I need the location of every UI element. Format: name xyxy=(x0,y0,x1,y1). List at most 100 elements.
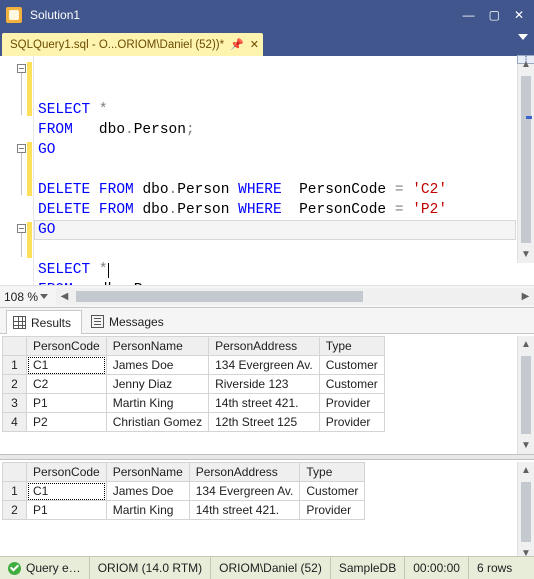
grid-cell[interactable]: C1 xyxy=(27,356,107,375)
tbl-schema: dbo xyxy=(99,282,125,285)
op-eq: = xyxy=(395,182,404,198)
scroll-down-icon[interactable]: ▼ xyxy=(518,437,534,454)
grid-cell[interactable]: Martin King xyxy=(106,394,208,413)
grid-cell[interactable]: 134 Evergreen Av. xyxy=(189,482,300,501)
grid-cell[interactable]: Jenny Diaz xyxy=(106,375,208,394)
scroll-left-icon[interactable]: ◀ xyxy=(56,288,73,305)
document-tab-label: SQLQuery1.sql - O...ORIOM\Daniel (52))* xyxy=(10,39,224,51)
grid-row[interactable]: 4 P2 Christian Gomez 12th Street 125 Pro… xyxy=(3,413,385,432)
tbl-schema: dbo xyxy=(142,202,168,218)
col-header[interactable]: Type xyxy=(300,463,365,482)
grid-row[interactable]: 1 C1 James Doe 134 Evergreen Av. Custome… xyxy=(3,482,365,501)
grid-row[interactable]: 2 P1 Martin King 14th street 421. Provid… xyxy=(3,501,365,520)
grid-cell[interactable]: James Doe xyxy=(106,356,208,375)
grid-table[interactable]: PersonCode PersonName PersonAddress Type… xyxy=(2,462,365,520)
tbl-name: Person xyxy=(134,282,186,285)
zoom-value: 108 % xyxy=(4,290,38,304)
row-header[interactable]: 2 xyxy=(3,375,27,394)
app-icon xyxy=(6,7,22,23)
outline-toggle-icon[interactable] xyxy=(17,224,26,233)
grid-cell[interactable]: 134 Evergreen Av. xyxy=(209,356,320,375)
grid-row[interactable]: 1 C1 James Doe 134 Evergreen Av. Custome… xyxy=(3,356,385,375)
row-header[interactable]: 1 xyxy=(3,356,27,375)
grid-cell[interactable]: P2 xyxy=(27,413,107,432)
grid-row[interactable]: 2 C2 Jenny Diaz Riverside 123 Customer xyxy=(3,375,385,394)
grid-header-row: PersonCode PersonName PersonAddress Type xyxy=(3,337,385,356)
minimize-button[interactable]: — xyxy=(463,8,475,22)
grid-cell[interactable]: Martin King xyxy=(106,501,189,520)
grid-cell[interactable]: Riverside 123 xyxy=(209,375,320,394)
row-header[interactable]: 1 xyxy=(3,482,27,501)
grid-cell[interactable]: 14th street 421. xyxy=(209,394,320,413)
grid-vertical-scrollbar[interactable]: ▲ ▼ xyxy=(517,336,534,454)
kw-where: WHERE xyxy=(238,182,282,198)
result-grid-1: PersonCode PersonName PersonAddress Type… xyxy=(0,336,534,454)
outline-line xyxy=(21,73,22,115)
kw-from: FROM xyxy=(99,182,134,198)
row-header[interactable]: 2 xyxy=(3,501,27,520)
grid-table[interactable]: PersonCode PersonName PersonAddress Type… xyxy=(2,336,385,432)
grid-row[interactable]: 3 P1 Martin King 14th street 421. Provid… xyxy=(3,394,385,413)
scroll-up-icon[interactable]: ▲ xyxy=(518,462,534,479)
scroll-thumb[interactable] xyxy=(521,482,531,542)
change-marker xyxy=(27,222,32,258)
tab-messages[interactable]: Messages xyxy=(84,309,175,333)
col-header[interactable]: PersonName xyxy=(106,463,189,482)
grid-cell[interactable]: C1 xyxy=(27,482,107,501)
col-header[interactable]: PersonAddress xyxy=(189,463,300,482)
grid-cell[interactable]: C2 xyxy=(27,375,107,394)
outline-toggle-icon[interactable] xyxy=(17,144,26,153)
grid-cell[interactable]: Provider xyxy=(300,501,365,520)
editor-horizontal-scrollbar[interactable]: ◀ ▶ xyxy=(56,288,534,305)
grid-corner[interactable] xyxy=(3,337,27,356)
grid-cell[interactable]: P1 xyxy=(27,501,107,520)
tab-close-icon[interactable]: ✕ xyxy=(250,38,259,51)
zoom-selector[interactable]: 108 % xyxy=(0,290,52,304)
scroll-thumb[interactable] xyxy=(76,291,363,302)
grid-cell[interactable]: Customer xyxy=(300,482,365,501)
op-eq: = xyxy=(395,202,404,218)
result-grid-2: PersonCode PersonName PersonAddress Type… xyxy=(0,462,534,560)
document-tab[interactable]: SQLQuery1.sql - O...ORIOM\Daniel (52))* … xyxy=(2,33,263,56)
tbl-name: Person xyxy=(134,122,186,138)
grid-splitter[interactable] xyxy=(0,454,534,460)
tab-overflow-icon[interactable] xyxy=(518,34,528,40)
col-header[interactable]: Type xyxy=(319,337,384,356)
outline-toggle-icon[interactable] xyxy=(17,64,26,73)
maximize-button[interactable]: ▢ xyxy=(489,8,500,22)
code-area[interactable]: SELECT * FROM dbo.Person; GO DELETE FROM… xyxy=(34,56,534,285)
col-header[interactable]: PersonAddress xyxy=(209,337,320,356)
grid-header-row: PersonCode PersonName PersonAddress Type xyxy=(3,463,365,482)
col-header[interactable]: PersonCode xyxy=(27,337,107,356)
grid-cell[interactable]: 14th street 421. xyxy=(189,501,300,520)
grid-cell[interactable]: P1 xyxy=(27,394,107,413)
scroll-right-icon[interactable]: ▶ xyxy=(517,288,534,305)
kw-where: WHERE xyxy=(238,202,282,218)
col-header[interactable]: PersonCode xyxy=(27,463,107,482)
str-lit: 'C2' xyxy=(412,182,447,198)
kw-from: FROM xyxy=(38,122,73,138)
grid-cell[interactable]: Christian Gomez xyxy=(106,413,208,432)
op-semi: ; xyxy=(186,282,195,285)
grid-cell[interactable]: 12th Street 125 xyxy=(209,413,320,432)
grid-cell[interactable]: Customer xyxy=(319,375,384,394)
close-button[interactable]: ✕ xyxy=(514,8,524,22)
grid-cell[interactable]: Customer xyxy=(319,356,384,375)
change-marker xyxy=(27,62,32,116)
scroll-thumb[interactable] xyxy=(521,356,531,434)
col-header[interactable]: PersonName xyxy=(106,337,208,356)
row-header[interactable]: 3 xyxy=(3,394,27,413)
grid-cell[interactable]: Provider xyxy=(319,413,384,432)
grid-vertical-scrollbar[interactable]: ▲ ▼ xyxy=(517,462,534,560)
tab-results[interactable]: Results xyxy=(6,310,82,334)
grid-cell[interactable]: Provider xyxy=(319,394,384,413)
outline-line xyxy=(21,233,22,257)
scroll-up-icon[interactable]: ▲ xyxy=(518,56,534,73)
op-dot: . xyxy=(125,122,134,138)
pin-icon[interactable]: 📌 xyxy=(230,38,244,51)
editor-bottom-bar: 108 % ◀ ▶ xyxy=(0,285,534,307)
grid-cell[interactable]: James Doe xyxy=(106,482,189,501)
scroll-up-icon[interactable]: ▲ xyxy=(518,336,534,353)
grid-corner[interactable] xyxy=(3,463,27,482)
row-header[interactable]: 4 xyxy=(3,413,27,432)
